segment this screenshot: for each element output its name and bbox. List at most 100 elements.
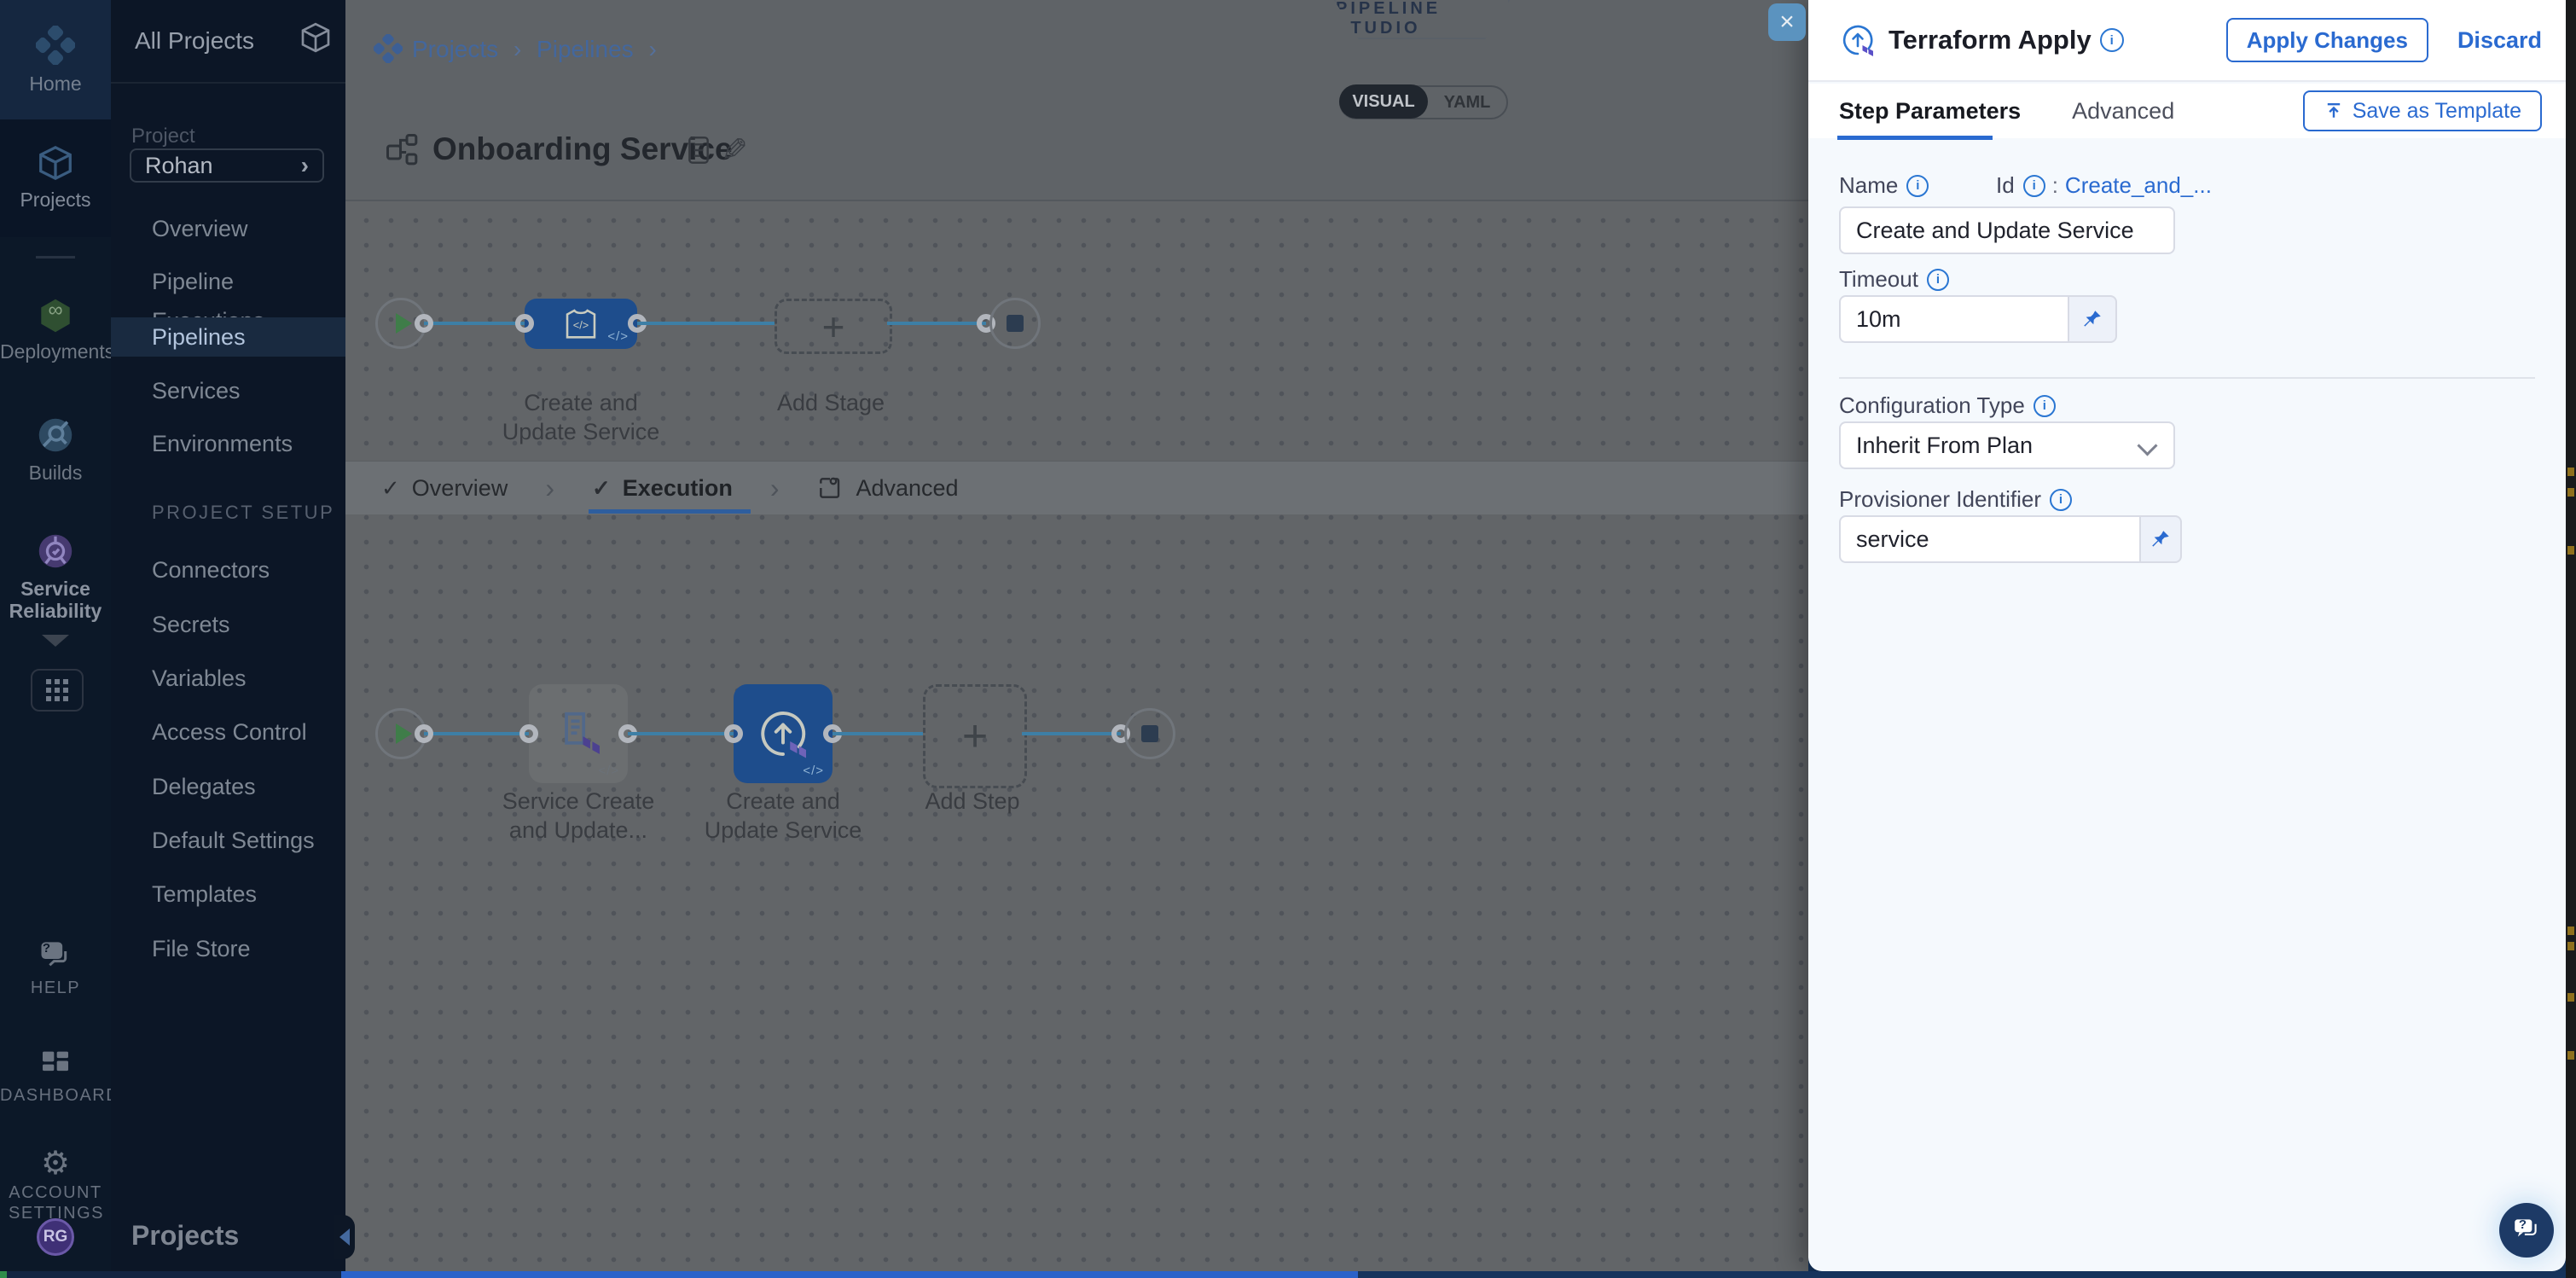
stop-icon [1141, 725, 1158, 742]
project-selector[interactable]: Rohan › [130, 148, 324, 183]
timeout-label-row: Timeouti [1839, 266, 1949, 293]
provisioner-pin-button[interactable] [2141, 515, 2182, 563]
breadcrumb: Projects › Pipelines › [412, 36, 665, 63]
edit-pencil-icon[interactable]: ✎ [721, 131, 748, 170]
sidebar-item-environments[interactable]: Environments [111, 424, 345, 463]
rail-item-home[interactable]: Home [0, 0, 111, 119]
toggle-visual[interactable]: VISUAL [1339, 84, 1428, 119]
info-icon: i [1906, 175, 1929, 197]
visual-yaml-toggle: VISUAL YAML [1339, 85, 1508, 119]
chevron-left-icon [339, 1229, 350, 1246]
sidebar-item-templates[interactable]: Templates [111, 874, 345, 914]
rail-item-service-reliability[interactable]: Service Reliability [0, 532, 111, 622]
step-node-service-create-and-update[interactable]: </> [529, 684, 628, 783]
custom-stage-icon: </> [561, 307, 600, 341]
stage-tab-strip: ✓ Overview › ✓ Execution › Advanced [345, 461, 1808, 514]
plus-icon: + [962, 711, 988, 762]
info-icon: i [2023, 175, 2045, 197]
id-value-link[interactable]: Create_and_... [2065, 172, 2212, 199]
info-icon: i [2034, 395, 2056, 417]
rail-item-builds[interactable]: Builds [0, 416, 111, 485]
notes-icon[interactable] [685, 135, 712, 170]
help-chat-fab[interactable]: ? [2499, 1203, 2554, 1258]
dashboards-icon [0, 1046, 111, 1084]
stage-node-create-and-update-service[interactable]: </> </> [525, 299, 637, 349]
breadcrumb-link-projects[interactable]: Projects [412, 36, 498, 62]
rail-item-dashboards[interactable]: DASHBOARDS [0, 1046, 111, 1106]
tab-overview[interactable]: ✓ Overview [381, 475, 508, 502]
svg-text:</>: </> [573, 318, 589, 331]
provisioner-identifier-label-row: Provisioner Identifieri [1839, 486, 2072, 513]
id-label: Id [1996, 172, 2015, 199]
step1-label: Service Create and Update... [502, 787, 655, 845]
projects-cube-icon [0, 143, 111, 187]
play-icon [396, 723, 412, 744]
timeout-group [1839, 295, 2117, 343]
rail-label-account-settings: ACCOUNT SETTINGS [0, 1182, 111, 1223]
sidebar-divider [111, 82, 345, 84]
close-drawer-button[interactable]: × [1768, 3, 1806, 41]
timeout-pin-button[interactable] [2069, 295, 2117, 343]
discard-button[interactable]: Discard [2457, 27, 2542, 54]
terraform-apply-icon [1839, 21, 1877, 59]
rail-collapse-caret[interactable] [0, 635, 111, 651]
sidebar-item-default-settings[interactable]: Default Settings [111, 821, 345, 860]
pin-icon [2150, 528, 2172, 550]
check-icon: ✓ [381, 475, 400, 502]
sidebar-item-file-store[interactable]: File Store [111, 929, 345, 968]
name-label: Namei [1839, 172, 1929, 199]
advanced-tab-icon [816, 474, 844, 502]
pipeline-canvas: Projects › Pipelines › Onboarding Servic… [345, 0, 1808, 1271]
rail-item-account-settings[interactable]: ⚙ ACCOUNT SETTINGS [0, 1147, 111, 1223]
sidebar-item-pipelines[interactable]: Pipelines [111, 317, 345, 357]
harness-logo-icon [0, 26, 111, 69]
execution-end-node [1124, 708, 1175, 759]
timeout-input[interactable] [1839, 295, 2069, 343]
sidebar-item-pipeline-executions[interactable]: Pipeline Executions [111, 262, 345, 301]
yaml-chip: </> [598, 764, 619, 778]
sidebar-footer-projects: Projects [131, 1220, 239, 1252]
sidebar-item-services[interactable]: Services [111, 371, 345, 410]
apply-changes-button[interactable]: Apply Changes [2226, 18, 2428, 62]
toggle-yaml[interactable]: YAML [1428, 93, 1506, 113]
sidebar-item-access-control[interactable]: Access Control [111, 712, 345, 752]
sidebar-item-connectors[interactable]: Connectors [111, 550, 345, 590]
all-projects-cube-icon[interactable] [299, 20, 333, 59]
apps-grid-button[interactable] [31, 669, 84, 712]
sidebar-item-overview[interactable]: Overview [111, 209, 345, 248]
tab-execution[interactable]: ✓ Execution [592, 475, 733, 502]
tab-advanced-drawer[interactable]: Advanced [2072, 98, 2174, 125]
configuration-type-select[interactable]: Inherit From Plan [1839, 421, 2175, 469]
add-stage-button[interactable]: + [775, 299, 892, 354]
name-input[interactable] [1839, 206, 2175, 254]
project-label: Project [131, 125, 195, 148]
left-nav-rail: Home Projects ∞ Deployments Builds Servi… [0, 0, 111, 1271]
provisioner-identifier-input[interactable] [1839, 515, 2141, 563]
avatar[interactable]: RG [37, 1218, 74, 1256]
configuration-type-label-row: Configuration Typei [1839, 392, 2056, 419]
save-as-template-button[interactable]: Save as Template [2303, 90, 2542, 131]
sidebar-item-secrets[interactable]: Secrets [111, 605, 345, 644]
tab-advanced[interactable]: Advanced [816, 474, 958, 502]
rail-item-help[interactable]: ? HELP [0, 938, 111, 998]
close-icon: × [1779, 8, 1795, 37]
project-sidebar: All Projects Project Rohan › Overview Pi… [111, 0, 345, 1271]
step-node-create-and-update-service-selected[interactable]: </> [734, 684, 833, 783]
tab-step-parameters[interactable]: Step Parameters [1839, 98, 2021, 125]
deployments-icon: ∞ [37, 297, 74, 339]
breadcrumb-link-pipelines[interactable]: Pipelines [537, 36, 634, 62]
all-projects-link[interactable]: All Projects [135, 27, 254, 55]
rail-item-projects[interactable]: Projects [0, 119, 111, 237]
drawer-header: Terraform Apply i Apply Changes Discard [1808, 0, 2566, 82]
active-tab-underline [589, 509, 751, 514]
sidebar-item-variables[interactable]: Variables [111, 659, 345, 698]
rail-label-deployments: Deployments [0, 340, 111, 363]
add-step-button[interactable]: + [923, 684, 1027, 788]
yaml-chip: </> [803, 764, 824, 778]
stop-icon [1007, 315, 1024, 332]
chevron-down-icon [42, 635, 69, 647]
sidebar-item-delegates[interactable]: Delegates [111, 767, 345, 806]
rail-item-deployments[interactable]: ∞ Deployments [0, 297, 111, 363]
sidebar-collapse-handle[interactable] [334, 1215, 355, 1259]
form-divider [1839, 377, 2535, 379]
